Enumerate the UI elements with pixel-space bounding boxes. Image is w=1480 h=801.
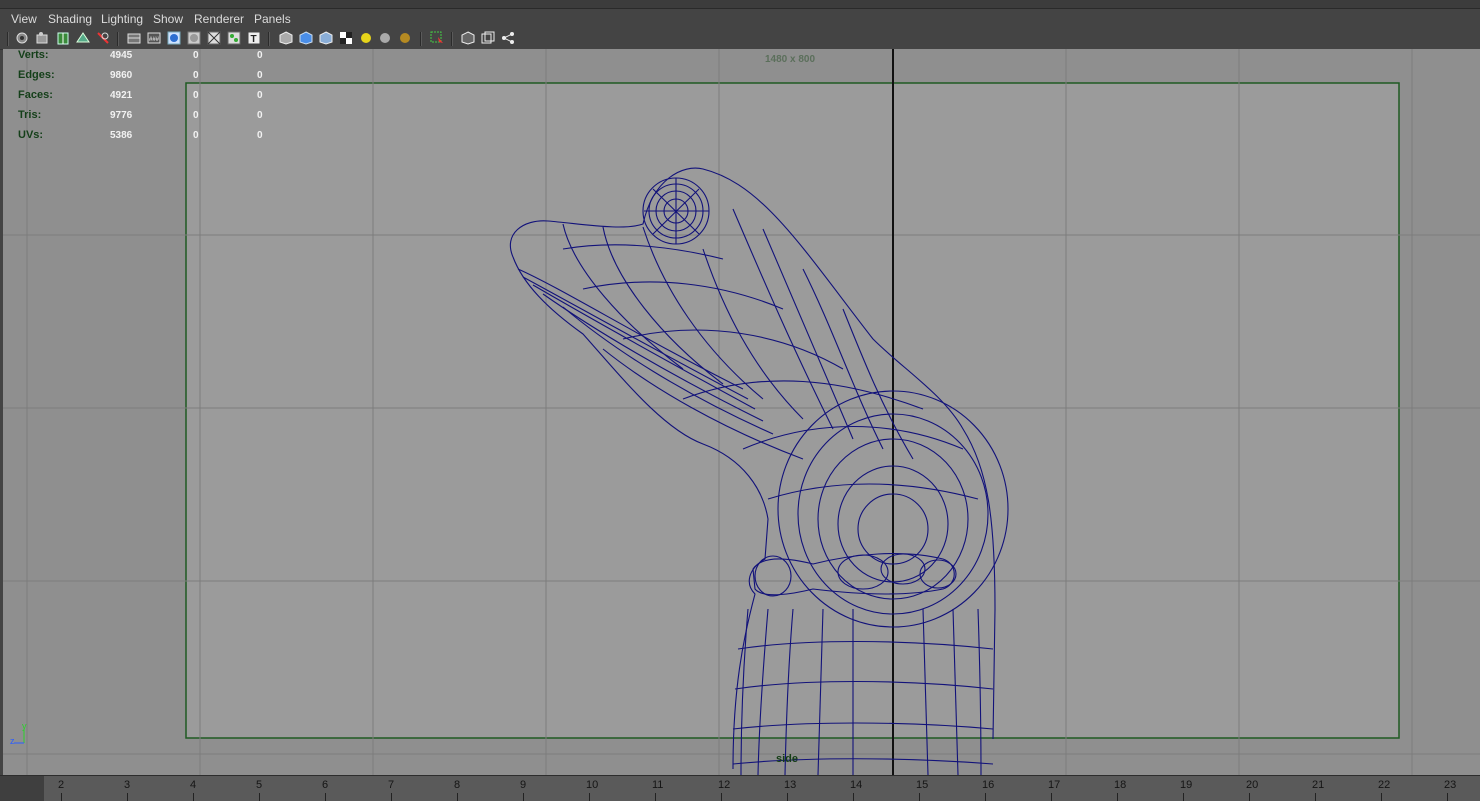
timeline-tick: 21: [1312, 779, 1325, 791]
window-top-strip: [0, 0, 1480, 9]
bookmark-icon[interactable]: [56, 31, 70, 45]
hud-tris-uv: 0: [257, 110, 263, 121]
hud-tris-selected: 0: [193, 110, 199, 121]
time-slider-start: [0, 776, 44, 801]
image-plane-icon[interactable]: [76, 31, 90, 45]
hud-uvs-selected: 0: [193, 130, 199, 141]
hud-edges-uv: 0: [257, 70, 263, 81]
hud-faces-selected: 0: [193, 90, 199, 101]
timeline-tick: 17: [1048, 779, 1061, 791]
hud-verts-selected: 0: [193, 50, 199, 61]
timeline-tick: 14: [850, 779, 863, 791]
hud-verts-label: Verts:: [18, 49, 49, 61]
hud-verts-uv: 0: [257, 50, 263, 61]
timeline-tick: 15: [916, 779, 929, 791]
toolbar-separator: [7, 32, 9, 46]
timeline-tick: 12: [718, 779, 731, 791]
timeline-tick: 5: [256, 779, 263, 791]
svg-text:T: T: [251, 34, 257, 45]
timeline-tick: 3: [124, 779, 131, 791]
camera-attributes-icon[interactable]: [35, 31, 49, 45]
toolbar-separator: [117, 32, 119, 46]
lit-cube-icon[interactable]: [299, 31, 313, 45]
frame-all-icon[interactable]: [430, 31, 444, 45]
texture-icon[interactable]: [227, 31, 241, 45]
hud-edges-selected: 0: [193, 70, 199, 81]
hud-uvs-label: UVs:: [18, 129, 44, 141]
panel-menu-bar: View Shading Lighting Show Renderer Pane…: [0, 9, 1480, 29]
timeline-tick: 8: [454, 779, 461, 791]
toolbar-separator: [420, 32, 422, 46]
resolution-gate-label: 1480 x 800: [765, 54, 816, 65]
hud-tris-label: Tris:: [18, 109, 42, 121]
toolbar-separator: [268, 32, 270, 46]
checker-icon[interactable]: [319, 31, 333, 45]
uv-icon[interactable]: [207, 31, 221, 45]
timeline-tick: 11: [652, 779, 664, 791]
menu-view[interactable]: View: [11, 12, 37, 26]
shaded-cube-icon[interactable]: [279, 31, 293, 45]
svg-text:###: ###: [149, 37, 160, 43]
shadow-icon[interactable]: [378, 31, 392, 45]
timeline-tick: 9: [520, 779, 527, 791]
timeline-tick: 2: [58, 779, 65, 791]
isolate-select-icon[interactable]: [398, 31, 412, 45]
bounding-box-icon[interactable]: [187, 31, 201, 45]
hud-edges-label: Edges:: [18, 69, 55, 81]
camera-path-icon[interactable]: [481, 31, 495, 45]
timeline-tick: 16: [982, 779, 995, 791]
hud-uvs-uv: 0: [257, 130, 263, 141]
hud-faces-uv: 0: [257, 90, 263, 101]
hud-edges-value: 9860: [110, 70, 133, 81]
timeline-tick: 10: [586, 779, 599, 791]
camera-select-icon[interactable]: [15, 31, 29, 45]
timeline-tick: 20: [1246, 779, 1259, 791]
time-slider[interactable]: 2 3 4 5 6 7 8 9 10 11 12 13 14 15 16 17 …: [0, 775, 1480, 801]
hud-faces-value: 4921: [110, 90, 133, 101]
timeline-tick: 22: [1378, 779, 1391, 791]
camera-name-label: side: [776, 753, 799, 765]
modeling-viewport[interactable]: Verts: 4945 0 0 Edges: 9860 0 0 Faces: 4…: [3, 49, 1480, 775]
timeline-tick: 18: [1114, 779, 1127, 791]
hud-tris-value: 9776: [110, 110, 133, 121]
hud-faces-label: Faces:: [18, 89, 53, 101]
resolution-gate: [185, 82, 1400, 739]
menu-shading[interactable]: Shading: [48, 12, 92, 26]
wireframe-icon[interactable]: [127, 31, 141, 45]
xray-icon[interactable]: T: [247, 31, 261, 45]
timeline-tick: 4: [190, 779, 197, 791]
timeline-tick: 7: [388, 779, 395, 791]
grid-toggle-icon[interactable]: [96, 31, 110, 45]
smooth-shade-icon[interactable]: ###: [147, 31, 161, 45]
menu-lighting[interactable]: Lighting: [101, 12, 143, 26]
frame-selected-icon[interactable]: [461, 31, 475, 45]
timeline-tick: 13: [784, 779, 797, 791]
menu-panels[interactable]: Panels: [254, 12, 291, 26]
axis-z-label: z: [10, 736, 15, 746]
panel-toolbar: ### T: [0, 29, 1480, 50]
timeline-tick: 19: [1180, 779, 1193, 791]
flat-shade-icon[interactable]: [167, 31, 181, 45]
toolbar-separator: [451, 32, 453, 46]
axis-y-label: y: [22, 721, 27, 731]
node-graph-icon[interactable]: [501, 31, 515, 45]
timeline-tick: 23: [1444, 779, 1457, 791]
viewport-canvas: [3, 49, 1480, 775]
menu-renderer[interactable]: Renderer: [194, 12, 244, 26]
hud-verts-value: 4945: [110, 50, 133, 61]
menu-show[interactable]: Show: [153, 12, 183, 26]
default-light-icon[interactable]: [339, 31, 353, 45]
view-axis-indicator: y z: [10, 721, 40, 756]
hud-uvs-value: 5386: [110, 130, 133, 141]
timeline-tick: 6: [322, 779, 329, 791]
all-lights-icon[interactable]: [359, 31, 373, 45]
